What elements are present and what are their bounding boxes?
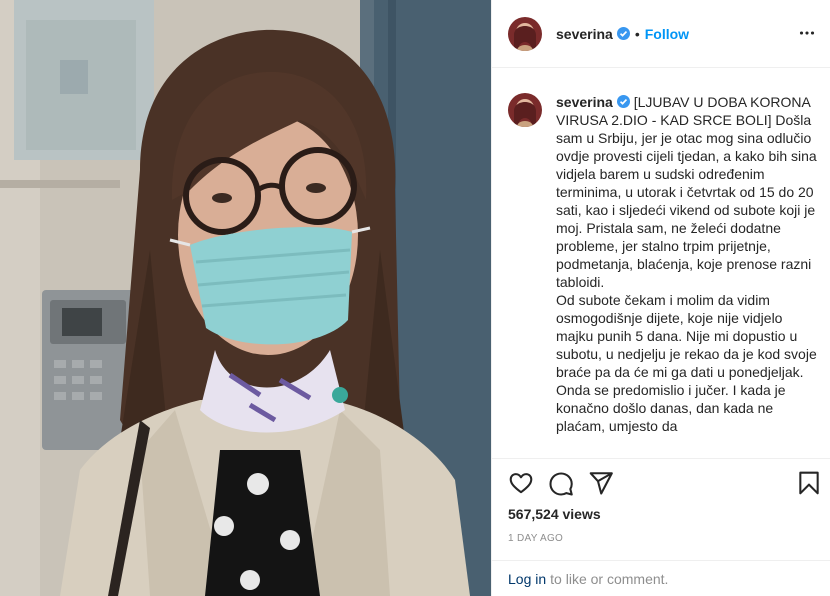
post-panel: severina • Follow severina [LJUBAV U DOB… [491,0,830,596]
login-text: to like or comment. [550,570,669,587]
verified-badge-icon [616,95,630,108]
paper-plane-icon[interactable] [588,470,614,496]
comment-icon[interactable] [548,470,574,496]
bookmark-icon[interactable] [796,470,822,496]
separator: • [634,25,640,42]
more-options-icon[interactable] [796,22,818,44]
avatar[interactable] [508,16,542,51]
comments-area[interactable]: severina [LJUBAV U DOBA KORONA VIRUSA 2.… [492,69,830,459]
header-username[interactable]: severina [556,26,613,42]
verified-badge-icon [616,27,630,40]
post-timestamp[interactable]: 1 DAY AGO [508,533,563,544]
caption-body: [LJUBAV U DOBA KORONA VIRUSA 2.DIO - KAD… [556,94,817,434]
views-count[interactable]: 567,524 views [508,506,601,522]
caption-avatar[interactable] [508,93,542,127]
login-prompt: Log in to like or comment. [492,560,830,596]
caption-username[interactable]: severina [556,94,613,110]
caption-text: severina [LJUBAV U DOBA KORONA VIRUSA 2.… [556,93,817,435]
follow-button[interactable]: Follow [645,26,689,42]
heart-icon[interactable] [508,470,534,496]
login-link[interactable]: Log in [508,571,546,587]
action-bar [492,468,830,500]
post-media[interactable] [0,0,491,596]
post-header: severina • Follow [492,0,830,68]
video-frame-image [0,0,491,596]
caption: severina [LJUBAV U DOBA KORONA VIRUSA 2.… [492,69,830,435]
